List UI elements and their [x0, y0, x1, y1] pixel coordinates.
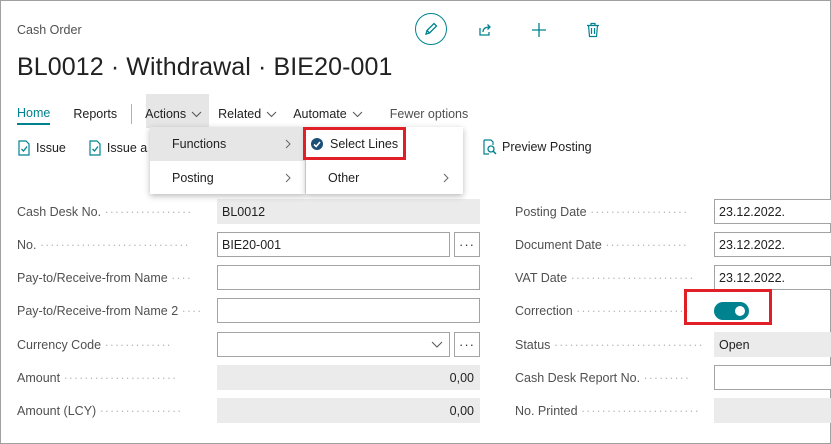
tab-related-label: Related — [218, 107, 262, 121]
menu-item-other-label: Other — [328, 170, 360, 185]
chevron-down-icon — [352, 111, 363, 117]
tab-automate-label: Automate — [293, 107, 347, 121]
issue-and-button[interactable]: Issue a — [88, 140, 147, 156]
action-tabs: Home Reports Actions Related Automate Fe… — [17, 103, 468, 125]
currency-code-select[interactable] — [217, 332, 450, 357]
trash-icon — [587, 22, 599, 38]
delete-button[interactable] — [583, 15, 603, 45]
pay-to-name-label: Pay-to/Receive-from Name ···· — [17, 271, 192, 285]
status-field: Open — [714, 332, 831, 357]
pay-to-name-2-field[interactable] — [217, 298, 480, 323]
toggle-knob — [735, 306, 745, 316]
tab-divider — [131, 104, 133, 124]
issue-document-icon — [89, 140, 101, 156]
chevron-right-icon — [443, 173, 449, 182]
pay-to-name-2-label: Pay-to/Receive-from Name 2 ···· — [17, 304, 203, 318]
page-title: BL0012 · Withdrawal · BIE20-001 — [17, 53, 393, 81]
status-label: Status ····························· — [515, 338, 704, 352]
amount-lcy-field: 0,00 — [217, 398, 480, 423]
no-lookup-button[interactable]: ··· — [454, 232, 480, 257]
edit-button[interactable] — [415, 13, 447, 45]
menu-item-functions-label: Functions — [172, 137, 227, 151]
plus-icon — [532, 23, 546, 37]
pay-to-name-field[interactable] — [217, 265, 480, 290]
amount-label: Amount ······················ — [17, 371, 178, 385]
posting-date-field[interactable]: 23.12.2022. — [714, 199, 831, 224]
page-type-label: Cash Order — [17, 23, 82, 37]
menu-item-functions[interactable]: Functions — [150, 127, 305, 161]
preview-search-icon — [483, 139, 497, 155]
posting-date-label: Posting Date ··················· — [515, 205, 689, 219]
tab-actions-label: Actions — [145, 107, 187, 121]
tab-related[interactable]: Related — [218, 103, 277, 125]
currency-code-lookup-button[interactable]: ··· — [454, 332, 480, 357]
no-printed-field — [714, 398, 831, 423]
issue-and-label: Issue a — [106, 141, 148, 155]
chevron-down-icon — [266, 111, 277, 117]
chevron-down-icon — [431, 341, 443, 348]
action-bar: Issue Issue a — [17, 135, 147, 161]
chevron-right-icon — [285, 139, 291, 149]
new-button[interactable] — [529, 15, 549, 45]
currency-code-label: Currency Code ············· — [17, 338, 172, 352]
preview-posting-button[interactable]: Preview Posting — [482, 139, 592, 155]
vat-date-label: VAT Date ························ — [515, 271, 695, 285]
cash-desk-no-field: BL0012 — [217, 199, 480, 224]
select-lines-highlight — [303, 127, 406, 160]
pencil-icon — [425, 22, 438, 35]
share-icon — [479, 24, 491, 36]
tab-automate[interactable]: Automate — [293, 103, 363, 125]
fewer-options-link[interactable]: Fewer options — [390, 103, 469, 125]
vat-date-field[interactable]: 23.12.2022. — [714, 265, 831, 290]
issue-label: Issue — [36, 141, 66, 155]
chevron-down-icon — [191, 111, 202, 117]
no-printed-label: No. Printed ······················· — [515, 404, 700, 418]
tab-reports[interactable]: Reports — [73, 103, 117, 125]
issue-button[interactable]: Issue — [17, 140, 66, 156]
document-date-field[interactable]: 23.12.2022. — [714, 232, 831, 257]
amount-field: 0,00 — [217, 365, 480, 390]
page-frame: Cash Order BL0012 · Withdrawal · BIE20-0… — [0, 0, 831, 444]
cash-desk-report-no-field[interactable] — [714, 365, 831, 390]
no-label: No. ····························· — [17, 238, 190, 252]
amount-lcy-label: Amount (LCY) ················ — [17, 404, 183, 418]
preview-posting-label: Preview Posting — [502, 140, 592, 154]
menu-item-posting-label: Posting — [172, 170, 214, 185]
menu-item-other[interactable]: Other — [306, 161, 463, 194]
chevron-right-icon — [285, 173, 291, 182]
tab-actions[interactable]: Actions — [145, 103, 202, 125]
document-date-label: Document Date ················ — [515, 238, 688, 252]
no-field[interactable]: BIE20-001 — [217, 232, 450, 257]
cash-desk-report-no-label: Cash Desk Report No. ········· — [515, 371, 691, 385]
issue-document-icon — [18, 140, 30, 156]
share-button[interactable] — [475, 15, 495, 45]
cash-desk-no-label: Cash Desk No. ················· — [17, 205, 193, 219]
correction-label: Correction ······················ — [515, 304, 690, 318]
menu-item-posting[interactable]: Posting — [150, 161, 305, 194]
actions-menu: Functions Posting — [150, 127, 305, 194]
correction-toggle[interactable] — [714, 302, 749, 320]
tab-home[interactable]: Home — [17, 103, 51, 125]
